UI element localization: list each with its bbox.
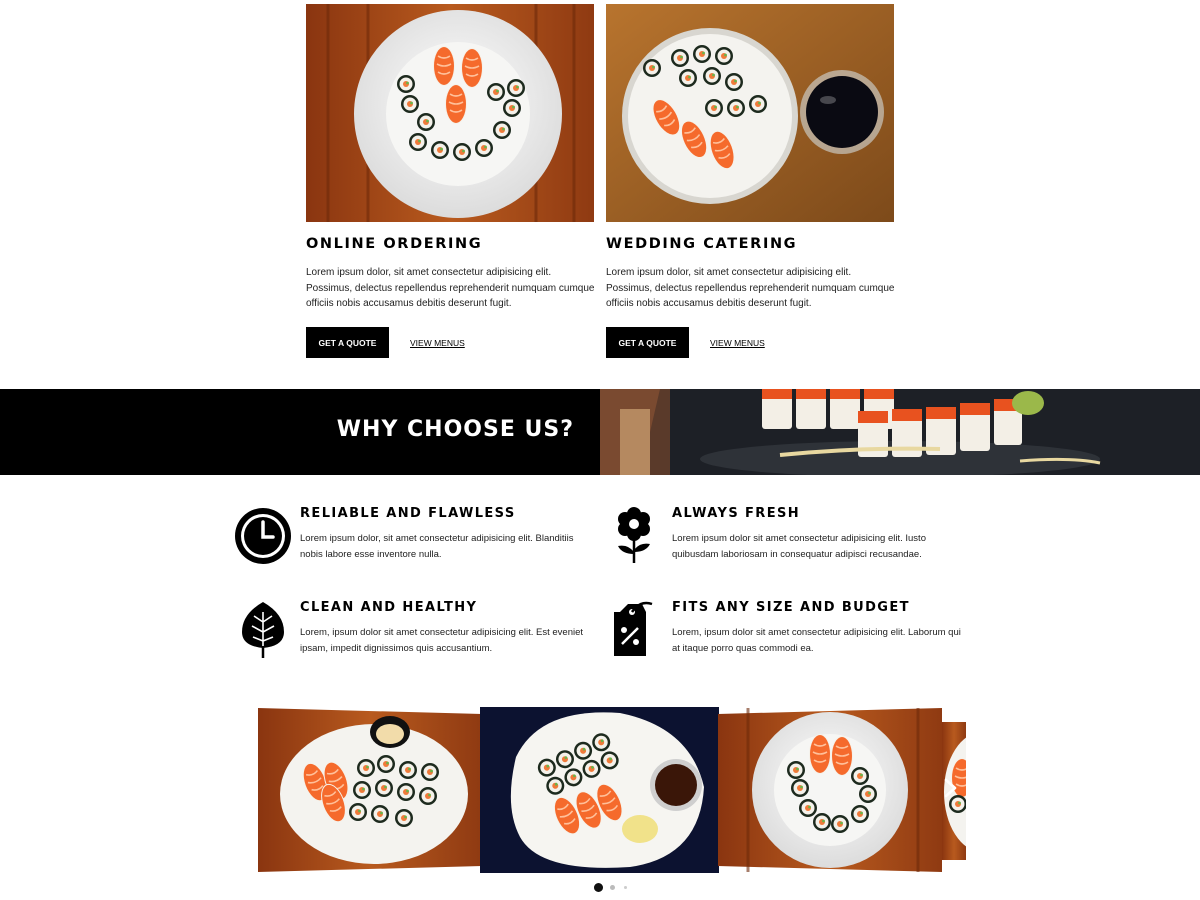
flower-icon bbox=[618, 507, 650, 563]
feature-description: Lorem, ipsum dolor sit amet consectetur … bbox=[300, 627, 584, 654]
carousel-pagination bbox=[594, 883, 634, 893]
section-title: WHY CHOOSE US? bbox=[336, 417, 574, 442]
feature-description: Lorem ipsum dolor, sit amet consectetur … bbox=[300, 533, 574, 560]
carousel-dot-active[interactable] bbox=[594, 883, 603, 892]
sushi-plate-on-wood-photo[interactable] bbox=[718, 708, 942, 872]
why-choose-us-banner: WHY CHOOSE US? bbox=[0, 389, 1200, 475]
view-menus-link[interactable]: VIEW MENUS bbox=[710, 338, 765, 348]
get-a-quote-button[interactable]: GET A QUOTE bbox=[306, 327, 389, 358]
service-card-online-ordering: ONLINE ORDERING Lorem ipsum dolor, sit a… bbox=[306, 4, 595, 358]
sushi-plate-with-ginger-photo[interactable] bbox=[258, 708, 482, 872]
feature-title: ALWAYS FRESH bbox=[672, 506, 801, 521]
view-menus-link[interactable]: VIEW MENUS bbox=[410, 338, 465, 348]
chevron-right-icon[interactable] bbox=[940, 776, 962, 800]
feature-title: RELIABLE AND FLAWLESS bbox=[300, 506, 516, 521]
service-description: Lorem ipsum dolor, sit amet consectetur … bbox=[606, 267, 895, 309]
sushi-plate-dark-background-photo[interactable] bbox=[480, 707, 719, 873]
carousel-dot[interactable] bbox=[624, 886, 627, 889]
sushi-rolls-banner-photo bbox=[600, 389, 1200, 475]
service-card-wedding-catering: WEDDING CATERING Lorem ipsum dolor, sit … bbox=[606, 4, 895, 358]
feature-title: FITS ANY SIZE AND BUDGET bbox=[672, 600, 910, 615]
sushi-with-soy-sauce-photo bbox=[606, 4, 894, 222]
clock-icon bbox=[235, 508, 291, 564]
feature-description: Lorem, ipsum dolor sit amet consectetur … bbox=[672, 627, 961, 654]
sushi-plate-on-wood-photo bbox=[306, 4, 594, 222]
why-choose-us-title-panel: WHY CHOOSE US? bbox=[0, 389, 600, 475]
service-title: WEDDING CATERING bbox=[606, 236, 798, 252]
carousel-dot[interactable] bbox=[610, 885, 615, 890]
price-tag-icon bbox=[614, 601, 653, 656]
get-a-quote-button[interactable]: GET A QUOTE bbox=[606, 327, 689, 358]
leaf-icon bbox=[242, 602, 284, 658]
feature-title: CLEAN AND HEALTHY bbox=[300, 600, 478, 615]
service-description: Lorem ipsum dolor, sit amet consectetur … bbox=[306, 267, 595, 309]
service-title: ONLINE ORDERING bbox=[306, 236, 483, 252]
feature-description: Lorem ipsum dolor sit amet consectetur a… bbox=[672, 533, 926, 560]
